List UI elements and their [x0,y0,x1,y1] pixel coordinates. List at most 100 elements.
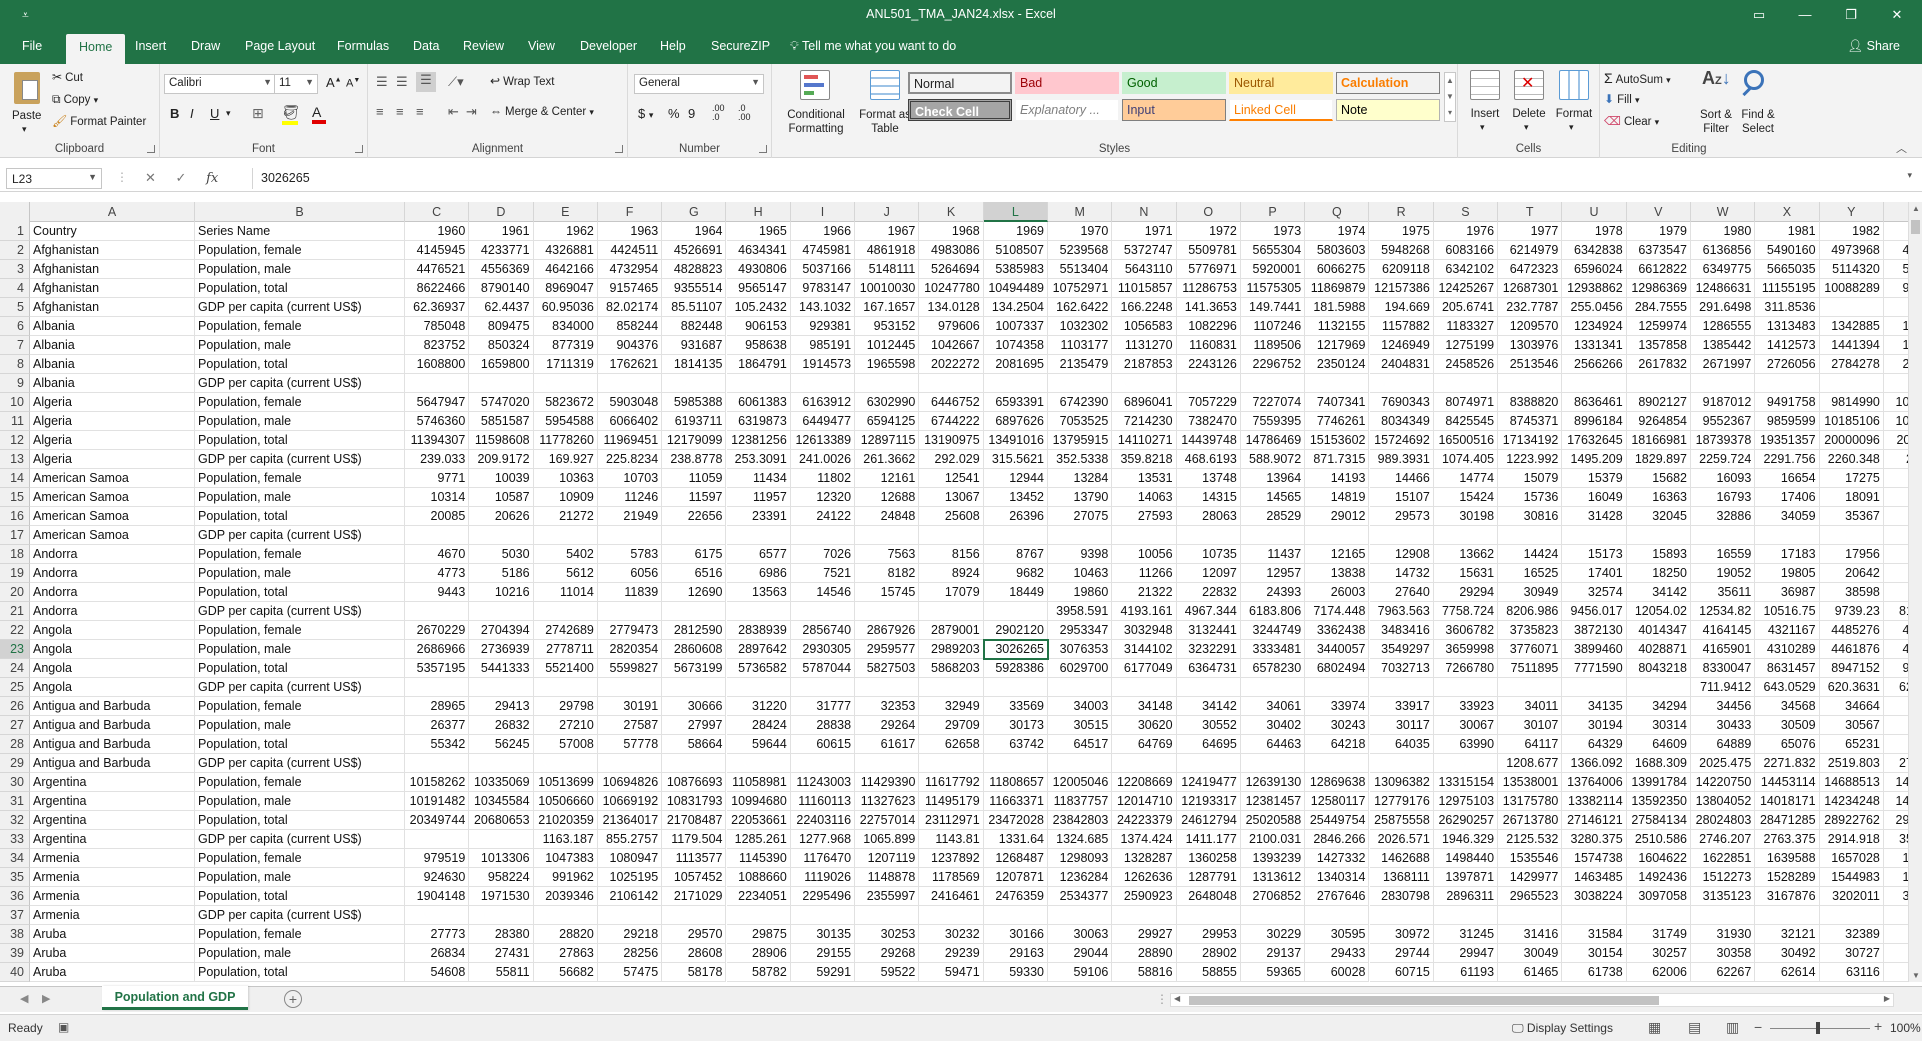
cell[interactable]: 1969 [983,222,1048,241]
cell[interactable] [1755,906,1820,925]
cell[interactable]: 28820 [533,925,598,944]
cell[interactable] [1048,526,1113,545]
cell[interactable]: 5186 [469,564,534,583]
cell[interactable]: 10909 [533,488,598,507]
cell[interactable]: 57778 [597,735,663,754]
cell[interactable]: 1268487 [983,849,1048,868]
cell[interactable]: Afghanistan [30,241,195,260]
cell[interactable]: 13991784 [1626,773,1691,792]
cell[interactable] [662,906,727,925]
copy-button[interactable]: ⧉ Copy ▾ [52,92,98,107]
cell[interactable]: 55811 [469,963,534,982]
cell[interactable]: 26290257 [1433,811,1499,830]
tab-split-grip-icon[interactable]: ⋮ [1156,992,1168,1006]
cell[interactable]: 1277.968 [790,830,856,849]
clear-button[interactable]: ⌫ Clear ▾ [1604,114,1659,128]
cell[interactable]: GDP per capita (current US$) [195,374,405,393]
column-header-a[interactable]: A [30,202,195,222]
cell[interactable]: 2025.475 [1691,754,1756,773]
cell[interactable] [855,602,920,621]
cell[interactable]: 105.2432 [726,298,791,317]
cell[interactable]: 5787044 [790,659,856,678]
cell[interactable]: 21020359 [533,811,598,830]
cell[interactable]: 30063 [1048,925,1113,944]
cell[interactable] [919,906,984,925]
cell[interactable]: 3872130 [1562,621,1627,640]
cell[interactable]: 2022272 [919,355,984,374]
cell[interactable]: 30232 [919,925,984,944]
cell[interactable]: 2026.571 [1369,830,1434,849]
cell[interactable]: 1385442 [1691,336,1756,355]
cell[interactable]: 23112971 [919,811,984,830]
cell[interactable]: 1411.177 [1176,830,1241,849]
cell[interactable]: 1980 [1691,222,1756,241]
cell[interactable]: 291.6498 [1691,298,1756,317]
cell[interactable]: 491635 [1883,241,1908,260]
cell[interactable] [1305,906,1370,925]
cell[interactable]: Argentina [30,811,195,830]
horizontal-scroll-thumb[interactable] [1189,996,1659,1005]
format-cells-button[interactable]: Format ▾ [1552,68,1596,140]
cell[interactable]: 61617 [855,735,920,754]
cell[interactable] [469,754,534,773]
cell[interactable]: 62006 [1626,963,1691,982]
cell[interactable]: 8330047 [1691,659,1756,678]
cell[interactable]: 1143.81 [919,830,984,849]
cell[interactable]: 30358 [1691,944,1756,963]
number-format-select[interactable]: General ▼ [634,74,764,94]
cell[interactable]: 17401 [1562,564,1627,583]
page-break-view-icon[interactable]: ▥ [1726,1019,1739,1036]
cell[interactable]: 31220 [726,697,791,716]
cell[interactable]: 29573 [1369,507,1434,526]
cell[interactable]: Population, female [195,241,405,260]
cell[interactable]: 32886 [1691,507,1756,526]
cell[interactable]: Population, male [195,260,405,279]
underline-button[interactable]: U [210,106,219,121]
cell[interactable]: 10039 [469,469,534,488]
sheet-prev-icon[interactable]: ◀ [20,992,28,1005]
cell[interactable]: 1052732 [1883,412,1908,431]
cell[interactable]: 1463485 [1562,868,1627,887]
row-header[interactable]: 8 [0,355,30,374]
cell[interactable]: 5612 [533,564,598,583]
row-header[interactable]: 14 [0,469,30,488]
cell[interactable]: 3549297 [1369,640,1434,659]
zoom-slider[interactable] [1770,1022,1870,1034]
cell[interactable]: 2458526 [1433,355,1499,374]
cell[interactable]: 34294 [1626,697,1691,716]
row-header[interactable]: 3 [0,260,30,279]
cell[interactable]: 5108507 [983,241,1048,260]
cell[interactable] [790,602,856,621]
cell[interactable]: 28608 [662,944,727,963]
cell[interactable]: 1604622 [1626,849,1691,868]
cell[interactable]: 11969451 [597,431,663,450]
cell[interactable]: 58816 [1112,963,1177,982]
cell[interactable]: 2068211 [1883,431,1908,450]
cell[interactable]: 15631 [1433,564,1499,583]
cell[interactable] [726,526,791,545]
cell[interactable]: Population, male [195,488,405,507]
cell[interactable]: 61738 [1562,963,1627,982]
cell[interactable]: Armenia [30,868,195,887]
cell[interactable] [469,830,534,849]
cell[interactable]: GDP per capita (current US$) [195,754,405,773]
cell[interactable]: 14466 [1369,469,1434,488]
row-header[interactable]: 13 [0,450,30,469]
cell[interactable]: 1217969 [1305,336,1370,355]
cell[interactable]: 1574738 [1562,849,1627,868]
cell[interactable]: 4745981 [790,241,856,260]
cell[interactable]: 5643110 [1112,260,1177,279]
cell[interactable]: Population, total [195,659,405,678]
cell[interactable]: Population, female [195,469,405,488]
cell[interactable] [1048,374,1113,393]
cell[interactable]: 28838 [790,716,856,735]
cell[interactable] [855,526,920,545]
cell[interactable]: 27640 [1369,583,1434,602]
cell[interactable]: 26713780 [1498,811,1563,830]
cell[interactable]: 2106142 [597,887,663,906]
cell[interactable]: 1183327 [1433,317,1499,336]
cell[interactable]: 11286753 [1176,279,1241,298]
cell[interactable]: 169.927 [533,450,598,469]
cell[interactable]: 1971530 [469,887,534,906]
cell[interactable]: 6364731 [1176,659,1241,678]
